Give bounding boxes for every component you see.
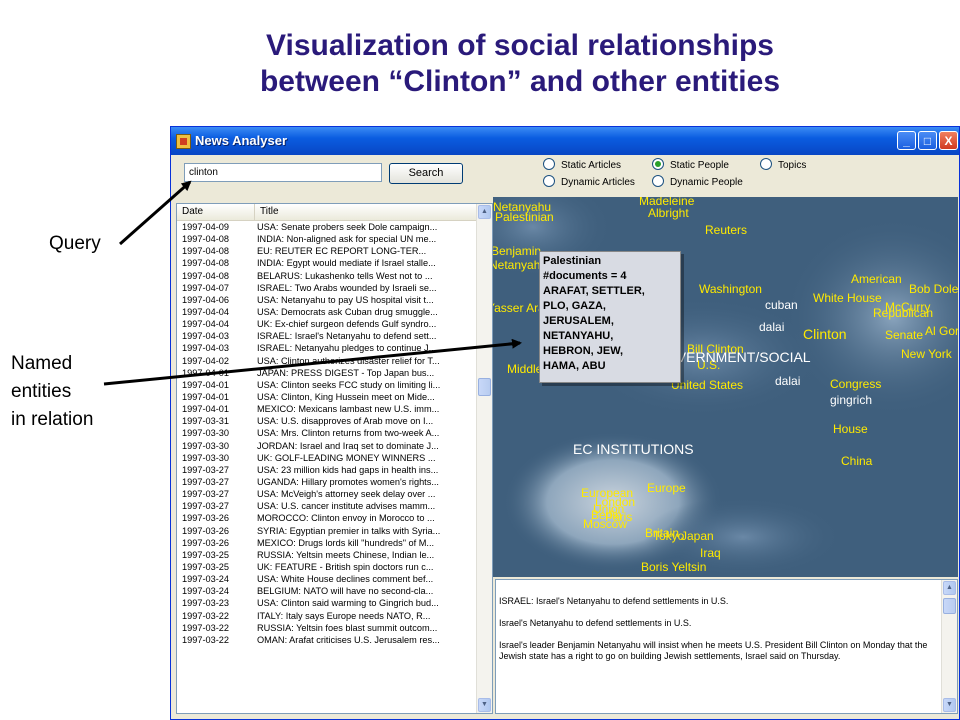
entities-arrow-icon	[103, 338, 522, 386]
query-arrow-icon	[119, 180, 192, 246]
annotation-arrows	[103, 180, 522, 386]
